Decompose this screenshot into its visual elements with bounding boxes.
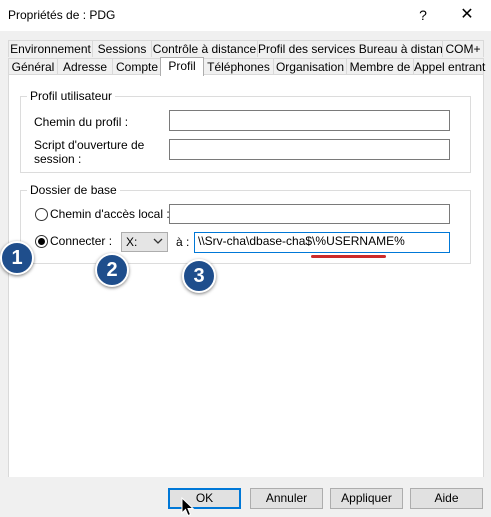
profile-path-label: Chemin du profil :	[34, 115, 129, 129]
annotation-badge-3: 3	[182, 259, 216, 293]
username-underline	[311, 255, 386, 258]
home-group-title: Dossier de base	[27, 183, 120, 197]
connect-label: Connecter :	[50, 234, 113, 248]
local-path-label: Chemin d'accès local :	[50, 207, 170, 221]
profile-path-input[interactable]	[169, 110, 450, 131]
ok-button[interactable]: OK	[168, 488, 241, 509]
profile-tab-panel: Profil utilisateur Chemin du profil : Sc…	[8, 74, 484, 478]
chevron-down-icon	[153, 238, 163, 244]
help-button[interactable]: Aide	[410, 488, 483, 509]
annotation-badge-1: 1	[0, 241, 34, 275]
cancel-button[interactable]: Annuler	[250, 488, 323, 509]
tab-com-plus[interactable]: COM+	[442, 40, 484, 57]
tab-appel-entrant[interactable]: Appel entrant	[413, 58, 485, 75]
tab-profil-services-bureau[interactable]: Profil des services Bureau à distance	[257, 40, 455, 57]
profile-group-title: Profil utilisateur	[27, 89, 116, 103]
tab-organisation[interactable]: Organisation	[273, 58, 347, 75]
tab-general[interactable]: Général	[8, 58, 58, 75]
tab-sessions[interactable]: Sessions	[92, 40, 152, 57]
tab-membre-de[interactable]: Membre de	[346, 58, 414, 75]
local-path-radio[interactable]	[35, 208, 48, 221]
home-folder-groupbox: Dossier de base Chemin d'accès local : C…	[20, 183, 471, 264]
tab-compte[interactable]: Compte	[112, 58, 162, 75]
local-path-input[interactable]	[169, 204, 450, 224]
tab-telephones[interactable]: Téléphones	[203, 58, 274, 75]
annotation-badge-2: 2	[95, 253, 129, 287]
title-bar: Propriétés de : PDG ? ✕	[0, 0, 491, 31]
close-icon[interactable]: ✕	[452, 4, 482, 26]
home-folder-path-input[interactable]: \\Srv-cha\dbase-cha$\%USERNAME%	[194, 232, 450, 253]
tab-environnement[interactable]: Environnement	[8, 40, 93, 57]
connect-radio[interactable]	[35, 235, 48, 248]
tab-adresse[interactable]: Adresse	[57, 58, 113, 75]
apply-button[interactable]: Appliquer	[330, 488, 403, 509]
profile-groupbox: Profil utilisateur Chemin du profil : Sc…	[20, 89, 471, 173]
help-icon[interactable]: ?	[408, 4, 438, 26]
drive-select[interactable]: X:	[121, 232, 168, 252]
tab-controle-a-distance[interactable]: Contrôle à distance	[151, 40, 258, 57]
mouse-cursor-icon	[181, 497, 195, 517]
to-label: à :	[176, 235, 190, 249]
drive-select-value: X:	[126, 235, 138, 249]
logon-script-label-line1: Script d'ouverture de	[34, 138, 145, 152]
radio-selected-dot	[38, 238, 45, 245]
window-title: Propriétés de : PDG	[8, 8, 116, 22]
logon-script-label-line2: session :	[34, 152, 82, 166]
tab-profil[interactable]: Profil	[160, 57, 204, 76]
logon-script-input[interactable]	[169, 139, 450, 160]
